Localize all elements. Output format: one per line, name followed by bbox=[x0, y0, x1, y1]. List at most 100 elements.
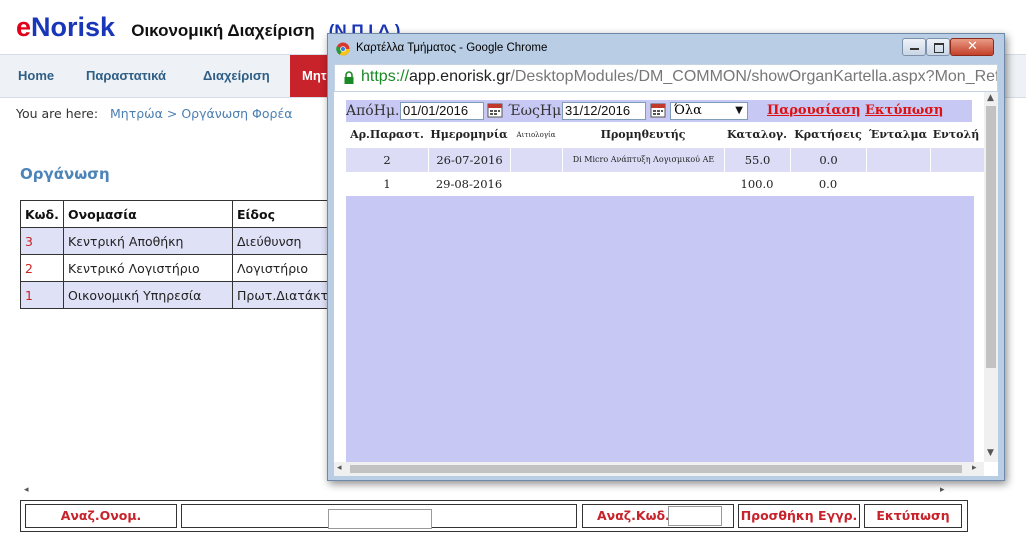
grid-empty-area bbox=[346, 196, 974, 462]
col-header-warrant: Ένταλμα bbox=[868, 128, 928, 141]
minimize-button[interactable] bbox=[902, 38, 926, 56]
nav-diaxeirisi[interactable]: Διαχείριση bbox=[203, 68, 270, 83]
scroll-left-arrow-icon[interactable]: ◂ bbox=[337, 463, 342, 473]
close-icon: ✕ bbox=[967, 39, 978, 54]
url-host: app.enorisk.gr bbox=[409, 68, 511, 85]
col-header-deductions: Κρατήσεις bbox=[794, 128, 862, 141]
col-header-name: Ονομασία bbox=[63, 200, 233, 228]
cell-amount: 55.0 bbox=[724, 148, 790, 172]
col-header-date: Ημερομηνία bbox=[430, 128, 508, 141]
horizontal-scroll-thumb[interactable] bbox=[350, 465, 962, 473]
lock-icon bbox=[344, 71, 354, 84]
nav-parastatika[interactable]: Παραστατικά bbox=[86, 68, 166, 83]
breadcrumb: You are here: Μητρώα > Οργάνωση Φορέα bbox=[16, 106, 292, 121]
cell-deductions: 0.0 bbox=[818, 177, 838, 191]
to-date-label: ΈωςΗμ. bbox=[508, 103, 566, 119]
breadcrumb-separator: > bbox=[166, 106, 178, 121]
status-select-value: Όλα bbox=[674, 103, 702, 118]
cell-order bbox=[930, 172, 986, 196]
col-header-amount: Καταλογ. bbox=[726, 128, 788, 141]
grid-header: Αρ.Παραστ. Ημερομηνία Αιτιολογία Προμηθε… bbox=[346, 124, 986, 146]
scroll-left-arrow-icon[interactable]: ◂ bbox=[24, 485, 29, 495]
calendar-icon[interactable] bbox=[487, 102, 503, 118]
cell-supplier: Di Micro Ανάπτυξη Λογισμικού ΑΕ bbox=[562, 148, 724, 172]
col-header-doc-number: Αρ.Παραστ. bbox=[350, 128, 424, 141]
url-path: /DesktopModules/DM_COMMON/showOrganKarte… bbox=[510, 68, 998, 85]
col-header-supplier: Προμηθευτής bbox=[600, 128, 686, 141]
cell-warrant bbox=[866, 172, 930, 196]
bottom-action-bar: Αναζ.Ονομ. Αναζ.Κωδ. Προσθήκη Εγγρ. Εκτύ… bbox=[20, 500, 968, 532]
row-code[interactable]: 1 bbox=[20, 281, 64, 309]
row-code[interactable]: 2 bbox=[20, 254, 64, 282]
col-header-code: Κωδ. bbox=[20, 200, 64, 228]
from-date-input[interactable]: 01/01/2016 bbox=[400, 102, 484, 120]
cell-date: 29-08-2016 bbox=[435, 177, 503, 191]
search-code-cell: Αναζ.Κωδ. bbox=[582, 504, 734, 528]
cell-supplier bbox=[562, 172, 724, 196]
filter-bar: ΑπόΗμ. 01/01/2016 ΈωςΗμ. 31/12/2016 Όλα … bbox=[346, 100, 972, 122]
cell-amount: 100.0 bbox=[740, 177, 774, 191]
popup-title: Καρτέλλα Τμήματος - Google Chrome bbox=[356, 42, 548, 54]
table-header-row: Κωδ. Ονομασία Είδος bbox=[20, 200, 352, 228]
popup-window: Καρτέλλα Τμήματος - Google Chrome ✕ http… bbox=[327, 33, 1005, 481]
maximize-button[interactable] bbox=[926, 38, 950, 56]
status-select[interactable]: Όλα ▼ bbox=[670, 102, 748, 120]
row-name[interactable]: Κεντρική Αποθήκη bbox=[63, 227, 233, 255]
scroll-right-arrow-icon[interactable]: ▸ bbox=[940, 485, 945, 495]
cell-reason bbox=[510, 172, 562, 196]
url-scheme: https:// bbox=[361, 68, 410, 85]
search-code-input[interactable] bbox=[668, 506, 722, 526]
add-record-button[interactable]: Προσθήκη Εγγρ. bbox=[738, 504, 860, 528]
scroll-up-arrow-icon[interactable]: ▲ bbox=[987, 93, 994, 103]
breadcrumb-link-organosi[interactable]: Οργάνωση Φορέα bbox=[181, 106, 292, 121]
base-horizontal-scrollbar[interactable]: ◂ ▸ bbox=[20, 485, 950, 497]
search-name-button[interactable]: Αναζ.Ονομ. bbox=[25, 504, 177, 528]
table-row[interactable]: 2 Κεντρικό Λογιστήριο Λογιστήριο bbox=[20, 254, 352, 282]
cell-doc-number[interactable]: 1 bbox=[346, 172, 428, 196]
horizontal-scrollbar[interactable]: ◂ ▸ bbox=[334, 462, 984, 476]
popup-content: ΑπόΗμ. 01/01/2016 ΈωςΗμ. 31/12/2016 Όλα … bbox=[334, 92, 998, 476]
brand-e: e bbox=[16, 12, 32, 42]
table-row[interactable]: 1 Οικονομική Υπηρεσία Πρωτ.Διατάκτης bbox=[20, 281, 352, 309]
breadcrumb-prefix: You are here: bbox=[16, 106, 99, 121]
cell-deductions: 0.0 bbox=[790, 148, 866, 172]
col-header-order: Εντολή bbox=[932, 128, 980, 141]
col-header-reason: Αιτιολογία bbox=[516, 131, 556, 139]
calendar-icon[interactable] bbox=[650, 102, 666, 118]
section-title: Οργάνωση bbox=[20, 165, 110, 183]
address-bar[interactable]: https://app.enorisk.gr/DesktopModules/DM… bbox=[334, 64, 998, 92]
print-link[interactable]: Εκτύπωση bbox=[865, 103, 943, 118]
scroll-down-arrow-icon[interactable]: ▼ bbox=[987, 448, 994, 458]
grid-row[interactable]: 2 26-07-2016 Di Micro Ανάπτυξη Λογισμικο… bbox=[346, 148, 986, 172]
cell-reason bbox=[510, 148, 562, 172]
print-button[interactable]: Εκτύπωση bbox=[864, 504, 962, 528]
popup-titlebar[interactable]: Καρτέλλα Τμήματος - Google Chrome ✕ bbox=[328, 34, 1004, 64]
chrome-icon bbox=[336, 42, 350, 56]
search-name-input[interactable] bbox=[328, 509, 432, 529]
close-button[interactable]: ✕ bbox=[950, 38, 994, 56]
row-name[interactable]: Οικονομική Υπηρεσία bbox=[63, 281, 233, 309]
chevron-down-icon: ▼ bbox=[735, 105, 743, 116]
brand-subtitle: Οικονομική Διαχείριση bbox=[131, 21, 315, 40]
to-date-input[interactable]: 31/12/2016 bbox=[562, 102, 646, 120]
minimize-icon bbox=[910, 48, 919, 50]
search-name-cell bbox=[181, 504, 577, 529]
nav-home[interactable]: Home bbox=[18, 68, 54, 83]
breadcrumb-link-mitroa[interactable]: Μητρώα bbox=[110, 106, 163, 121]
vertical-scrollbar[interactable]: ▲ ▼ bbox=[984, 92, 998, 462]
from-date-label: ΑπόΗμ. bbox=[346, 103, 400, 119]
maximize-icon bbox=[934, 43, 944, 53]
show-link[interactable]: Παρουσίαση bbox=[767, 103, 861, 118]
organization-table: Κωδ. Ονομασία Είδος 3 Κεντρική Αποθήκη Δ… bbox=[20, 200, 352, 309]
vertical-scroll-thumb[interactable] bbox=[986, 106, 996, 368]
cell-order bbox=[930, 148, 986, 172]
cell-doc-number[interactable]: 2 bbox=[346, 148, 428, 172]
search-code-button[interactable]: Αναζ.Κωδ. bbox=[597, 505, 670, 527]
table-row[interactable]: 3 Κεντρική Αποθήκη Διεύθυνση bbox=[20, 227, 352, 255]
grid-row[interactable]: 1 29-08-2016 100.0 0.0 bbox=[346, 172, 986, 196]
brand-name: Norisk bbox=[31, 12, 116, 42]
scroll-right-arrow-icon[interactable]: ▸ bbox=[972, 463, 977, 473]
row-name[interactable]: Κεντρικό Λογιστήριο bbox=[63, 254, 233, 282]
cell-date: 26-07-2016 bbox=[428, 148, 510, 172]
row-code[interactable]: 3 bbox=[20, 227, 64, 255]
